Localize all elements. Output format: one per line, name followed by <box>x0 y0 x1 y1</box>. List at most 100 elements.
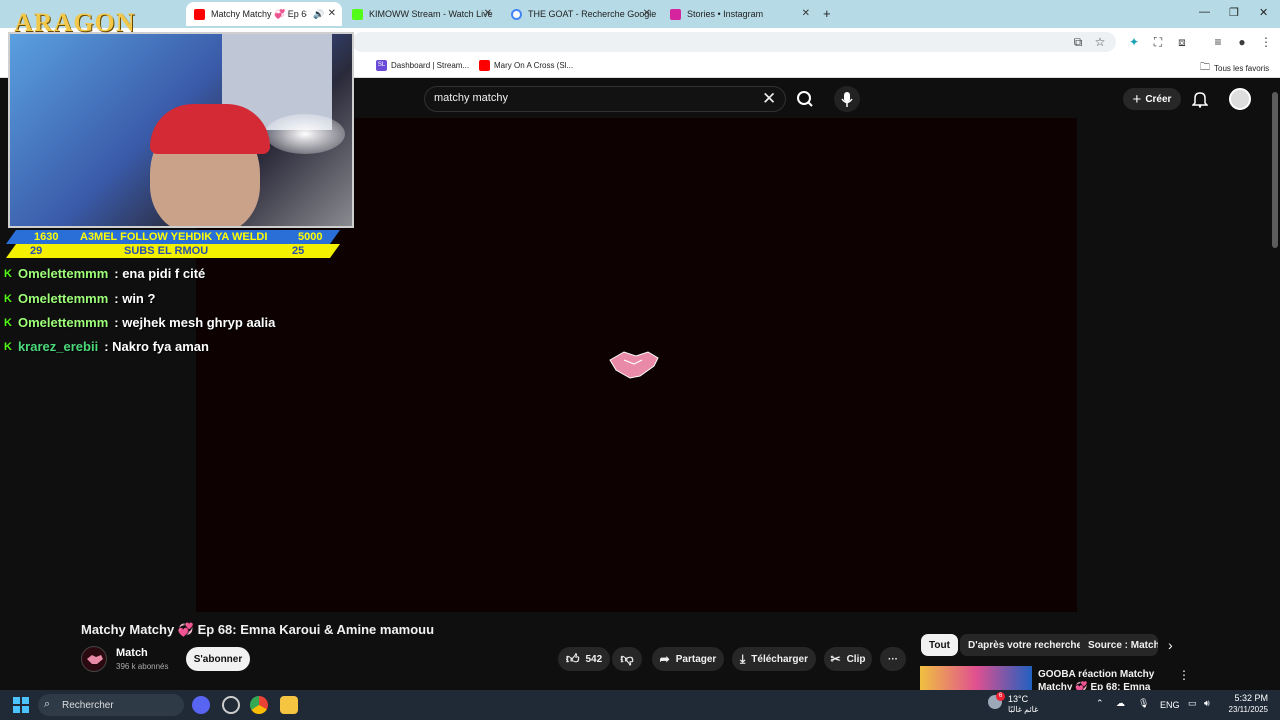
share-button[interactable]: ➦ Partager <box>652 647 724 671</box>
extensions-puzzle-icon[interactable]: ⧈ <box>1174 34 1190 50</box>
weather-temp: 13°C <box>1008 694 1029 704</box>
bookmark-dashboard[interactable]: SL Dashboard | Stream... <box>376 60 469 71</box>
volume-icon[interactable]: 🔊︎ <box>1204 698 1210 709</box>
like-button[interactable]: 👍︎ 542 <box>558 647 610 671</box>
kick-badge-icon: K <box>4 292 12 305</box>
extension-icon[interactable]: ✦ <box>1126 34 1142 50</box>
search-icon <box>797 91 813 107</box>
kick-badge-icon: K <box>4 316 12 329</box>
address-bar[interactable] <box>352 32 1116 52</box>
dislike-button[interactable]: 👎︎ <box>612 647 642 671</box>
close-window-icon[interactable]: ✕ <box>1259 6 1268 19</box>
clip-button[interactable]: ✂ Clip <box>824 647 872 671</box>
like-count: 542 <box>585 653 603 665</box>
account-avatar[interactable] <box>1229 88 1251 110</box>
chat-text: : Nakro fya aman <box>104 339 209 354</box>
google-favicon-icon <box>511 8 522 20</box>
channel-logo: ARAGON <box>14 8 136 37</box>
close-tab-icon[interactable]: ✕ <box>643 8 651 19</box>
handshake-icon <box>87 655 103 664</box>
all-bookmarks[interactable]: 🗀 Tous les favoris <box>1200 60 1269 77</box>
file-explorer-icon[interactable] <box>280 696 298 714</box>
notifications-button[interactable] <box>1191 90 1209 108</box>
download-button[interactable]: ⤓ Télécharger <box>732 647 816 671</box>
profile-icon[interactable]: ● <box>1234 34 1250 50</box>
chat-message: K Omelettemmm: win ? <box>4 291 155 306</box>
close-tab-icon[interactable]: ✕ <box>802 8 810 19</box>
tab-kimoww[interactable]: KIMOWW Stream - Watch Live ✕ <box>344 2 498 26</box>
create-label: Créer <box>1145 93 1172 105</box>
chip-source-match[interactable]: Source : Match <box>1080 634 1158 656</box>
bookmark-mary-on-a-cross[interactable]: Mary On A Cross (Sl... <box>479 60 573 71</box>
screenshot-icon[interactable]: ⛶ <box>1150 34 1166 50</box>
search-query[interactable]: matchy matchy <box>434 92 508 104</box>
subscribe-button[interactable]: S'abonner <box>186 647 250 671</box>
close-tab-icon[interactable]: ✕ <box>328 8 336 19</box>
plus-icon: + <box>1132 90 1142 108</box>
weather-desc: غائم غالبًا <box>1008 705 1039 714</box>
recommendation-menu-icon[interactable]: ⋮ <box>1178 668 1190 682</box>
chat-text: : win ? <box>114 291 156 306</box>
language-indicator[interactable]: ENG <box>1160 700 1180 710</box>
channel-name[interactable]: Match <box>116 647 148 659</box>
chip-all[interactable]: Tout <box>921 634 958 656</box>
bookmark-label: Dashboard | Stream... <box>391 61 470 70</box>
new-tab-button[interactable]: + <box>823 6 831 21</box>
cloud-icon[interactable]: ☁ <box>1116 698 1125 709</box>
bookmark-label: Mary On A Cross (Sl... <box>494 61 574 70</box>
discord-icon[interactable] <box>192 696 210 714</box>
weather-badge: 6 <box>996 692 1005 701</box>
bookmark-star-icon[interactable]: ☆ <box>1092 34 1108 50</box>
scissors-icon: ✂ <box>830 652 841 666</box>
kick-favicon-icon <box>352 8 363 20</box>
clock-time[interactable]: 5:32 PM <box>1228 693 1268 703</box>
speaker-icon[interactable]: 🔊 <box>313 9 324 20</box>
network-icon[interactable]: ▭ <box>1188 698 1197 709</box>
create-button[interactable]: + Créer <box>1123 88 1181 110</box>
follow-goal-current: 1630 <box>34 231 59 243</box>
install-app-icon[interactable]: ⧉ <box>1070 34 1086 50</box>
more-actions-button[interactable]: ··· <box>880 647 906 671</box>
taskbar-search[interactable]: Rechercher <box>38 694 184 716</box>
chrome-icon[interactable] <box>250 696 268 714</box>
folder-icon: 🗀 <box>1200 62 1210 73</box>
follow-goal-label: A3MEL FOLLOW YEHDIK YA WELDI <box>80 231 268 243</box>
chevron-right-icon[interactable]: › <box>1168 637 1173 653</box>
chip-related-search[interactable]: D'après votre recherche <box>960 634 1091 656</box>
webcam-overlay <box>8 32 354 228</box>
chevron-up-icon[interactable]: ⌃ <box>1096 698 1104 709</box>
windows-start-icon[interactable] <box>12 696 30 714</box>
obs-icon[interactable] <box>222 696 240 714</box>
youtube-favicon-icon <box>194 8 205 20</box>
recommendation-thumbnail[interactable] <box>920 666 1032 690</box>
share-icon: ➦ <box>659 652 670 666</box>
clear-search-icon[interactable]: ✕ <box>762 89 776 109</box>
youtube-icon <box>479 60 490 71</box>
chat-message: K krarez_erebii: Nakro fya aman <box>4 339 209 354</box>
kick-badge-icon: K <box>4 267 12 280</box>
recommendation-title[interactable]: GOOBA réaction Matchy Matchy 💞 Ep 68: Em… <box>1038 668 1178 690</box>
tab-title: THE GOAT - Recherche Google <box>528 9 657 19</box>
thumbs-up-icon: 👍︎ <box>565 651 580 666</box>
tab-matchy-matchy[interactable]: Matchy Matchy 💞 Ep 68: Emna Karoui 🔊 ✕ <box>186 2 342 26</box>
tab-google[interactable]: THE GOAT - Recherche Google ✕ <box>503 2 657 26</box>
channel-avatar[interactable] <box>81 646 107 672</box>
menu-kebab-icon[interactable]: ⋮ <box>1258 34 1274 50</box>
voice-search-button[interactable] <box>834 86 860 112</box>
minimize-icon[interactable]: — <box>1199 6 1210 18</box>
tab-instagram[interactable]: Stories • Instagram ✕ <box>662 2 816 26</box>
all-bookmarks-label: Tous les favoris <box>1214 64 1270 73</box>
download-label: Télécharger <box>751 653 808 665</box>
scrollbar-thumb[interactable] <box>1272 92 1278 248</box>
share-label: Partager <box>675 653 717 665</box>
tab-title: Matchy Matchy 💞 Ep 68: Emna Karoui <box>211 8 307 19</box>
search-button[interactable] <box>788 86 822 112</box>
subs-goal-target: 25 <box>292 245 305 257</box>
microphone-icon[interactable]: 🎙︎ <box>1138 698 1149 709</box>
close-tab-icon[interactable]: ✕ <box>484 8 492 19</box>
media-control-icon[interactable]: ≡ <box>1210 34 1226 50</box>
clock-date[interactable]: 23/11/2025 <box>1224 705 1268 714</box>
streamlabs-icon: SL <box>376 60 387 71</box>
maximize-icon[interactable]: ❐ <box>1229 6 1239 19</box>
tab-title: Stories • Instagram <box>687 9 764 19</box>
